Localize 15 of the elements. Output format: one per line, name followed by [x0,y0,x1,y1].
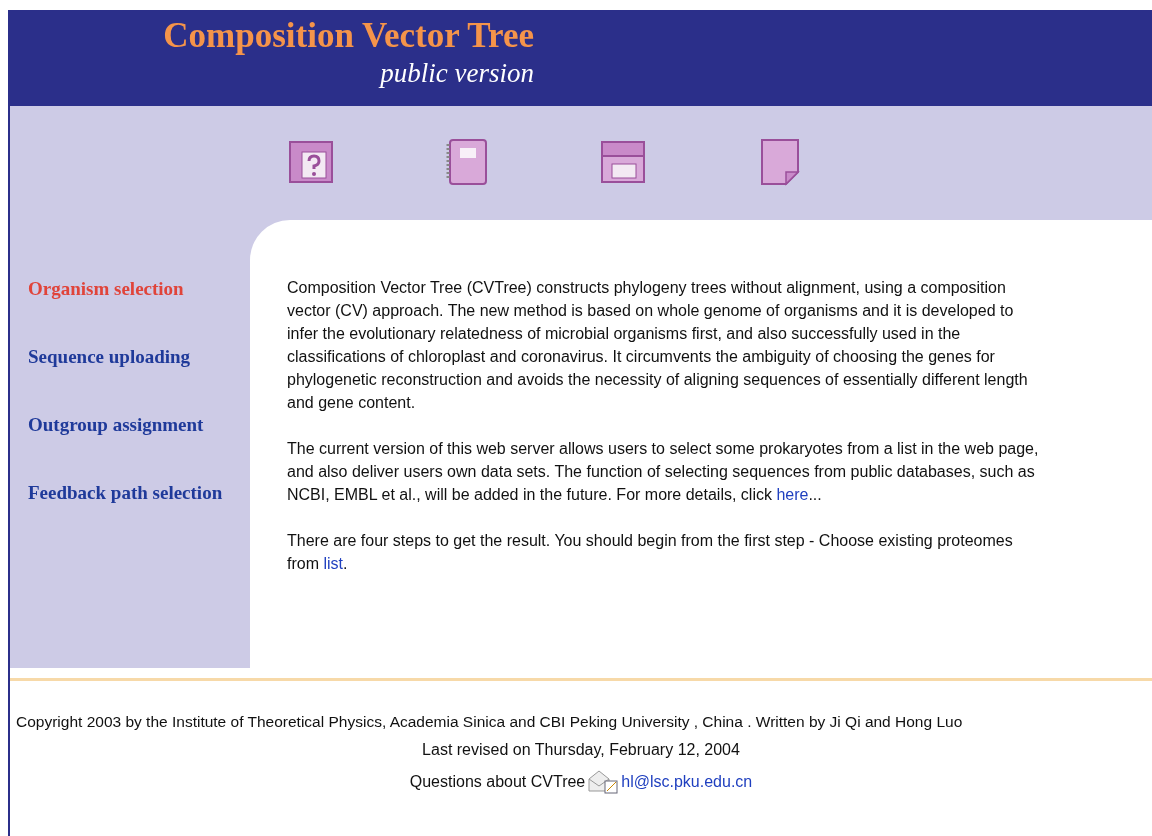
copyright-text: Copyright 2003 by the Institute of Theoretical Physics, Academia Sinica and CBI Peking University , China . Written by Ji Qi and Hong Luo [16,713,963,731]
text-link[interactable]: here [776,486,809,503]
site-subtitle: public version [380,58,534,88]
revised-date: Last revised on Thursday, February 12, 2004 [422,741,740,759]
text-link[interactable]: list [323,555,343,572]
email-link[interactable]: hl@lsc.pku.edu.cn [621,773,753,791]
questions-label: Questions about CVTree [409,773,586,791]
site-title: Composition Vector Tree [163,15,534,57]
paragraph: There are four steps to get the result. You should begin from the first step - Choose existing proteomes from list. [287,531,1014,574]
paragraph: Composition Vector Tree (CVTree) constructs phylogeny trees without alignment, using a composition vector (CV) approach. The new method is based on whole genome of organisms and it is developed to infer the evolutionary relatedness of microbial organisms first, and also successfully used in the classifications of chloroplast and coronavirus. It circumvents the ambiguity of choosing the genes for phylogenetic reconstruction and avoids the necessity of aligning sequences of essentially different length and gene content. [287,278,1029,413]
paragraph: The current version of this web server allows users to select some prokaryotes from a list in the web page, and also deliver users own data sets. The function of selecting sequences from public databases, such as NCBI, EMBL et al., will be added in the future. For more details, click here... [287,439,1040,505]
mail-icon[interactable] [587,769,620,795]
sidebar-link[interactable]: Feedback path selection [28,480,250,506]
sidebar-link[interactable]: Sequence uploading [28,344,250,370]
sidebar-link[interactable]: Outgroup assignment [28,412,250,438]
